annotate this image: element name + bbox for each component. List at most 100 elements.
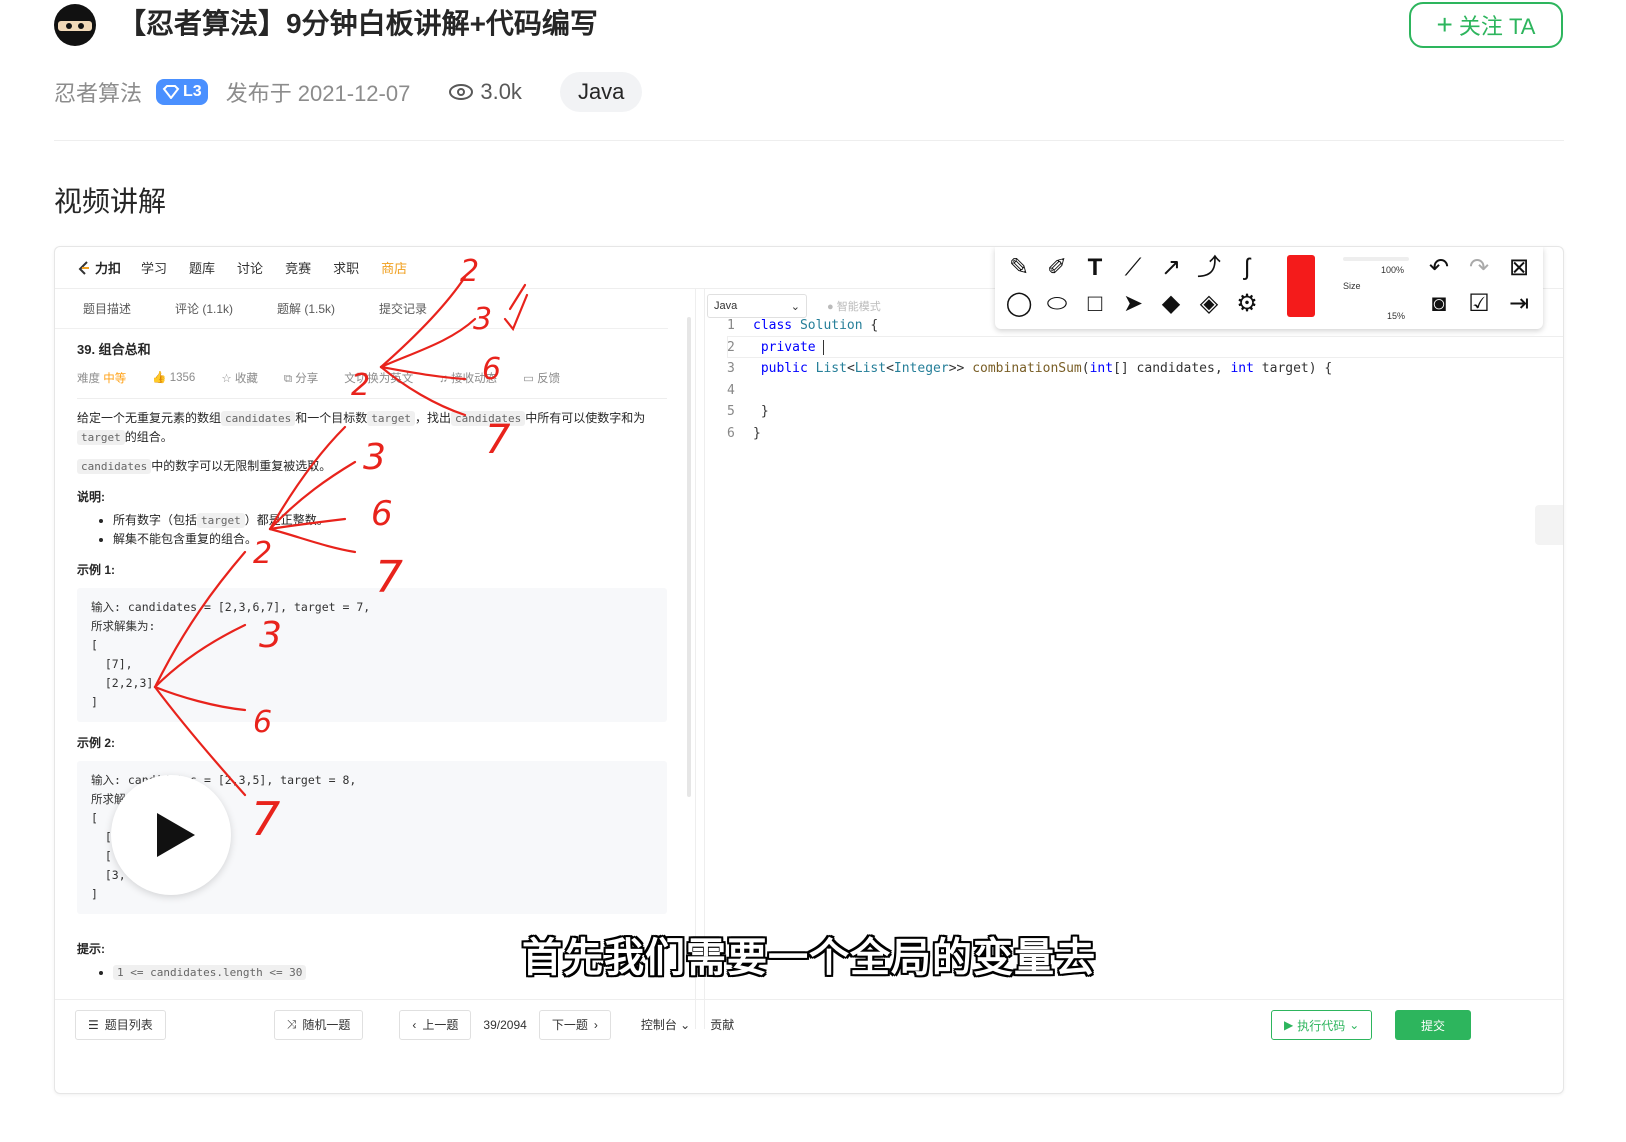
description-paragraph-2: candidates 中的数字可以无限制重复被选取。 — [77, 457, 667, 476]
feedback-icon: ▭ — [523, 373, 534, 385]
tab-comments: 评论 (1.1k) — [175, 302, 234, 316]
view-count-value: 3.0k — [480, 79, 522, 104]
undo-icon: ↶ — [1428, 254, 1450, 281]
author-avatar[interactable] — [54, 4, 96, 46]
color-swatch — [1287, 255, 1315, 317]
chevron-down-icon: ⌄ — [1349, 1018, 1360, 1032]
code-editor: 1 class Solution { 2 private 3 public Lis… — [727, 315, 1563, 444]
nav-problems: 题库 — [189, 261, 216, 276]
code-line: 4 — [727, 382, 735, 398]
level-badge: L3 — [156, 79, 208, 105]
notify-label: 接收动态 — [451, 373, 498, 385]
chevron-right-icon: › — [593, 1017, 598, 1032]
size-slider: 100% Size 15% — [1343, 251, 1409, 321]
author-name[interactable]: 忍者算法 — [54, 76, 142, 108]
fill-bucket-icon: ◈ — [1199, 290, 1219, 317]
translate-action: 文切换为英文 — [344, 370, 413, 386]
problem-title: 39. 组合总和 — [77, 342, 151, 357]
pointer-icon: ➤ — [1122, 290, 1144, 317]
camera-icon: ◙ — [1431, 290, 1447, 317]
problem-list-button: ☰ 题目列表 — [75, 1009, 166, 1040]
notify-action: ♫ 接收动态 — [439, 370, 497, 386]
edit-icon: ☑ — [1468, 290, 1490, 317]
chevron-left-icon: ‹ — [412, 1017, 417, 1032]
leetcode-logo: 力扣 — [77, 258, 121, 277]
eraser-icon: ◆ — [1161, 290, 1181, 317]
page-title: 【忍者算法】9分钟白板讲解+代码编写 — [118, 8, 598, 39]
problem-tabs: 题目描述 评论 (1.1k) 题解 (1.5k) 提交记录 — [55, 289, 668, 329]
exit-icon: ⇥ — [1508, 290, 1530, 317]
video-player[interactable]: 力扣 学习 题库 讨论 竞赛 求职 商店 题目描述 评论 (1.1k) 题解 (… — [54, 246, 1564, 1094]
tag-java[interactable]: Java — [559, 72, 643, 112]
leetcode-bottom-bar: ☰ 题目列表 ⤨ 随机一题 ‹ 上一题 39/2094 下一题 › 控制台 ⌄ 贡献 ▶… — [55, 999, 1563, 1049]
side-panel-button — [1535, 505, 1563, 545]
clear-icon: ⊠ — [1508, 254, 1530, 281]
code-line: 5 } — [727, 404, 769, 419]
tab-submissions: 提交记录 — [379, 302, 428, 316]
collect-label: 收藏 — [234, 373, 258, 385]
post-meta: 忍者算法 L3 发布于 2021-12-07 3.0k Java — [54, 70, 643, 114]
section-title: 视频讲解 — [54, 186, 167, 217]
pane-splitter — [695, 289, 705, 1029]
size-slider-track — [1343, 257, 1409, 261]
ninja-mask-band — [58, 21, 92, 31]
redo-icon: ↷ — [1468, 254, 1490, 281]
feedback-action: ▭ 反馈 — [523, 370, 560, 386]
share-label: 分享 — [295, 373, 319, 385]
leetcode-brand: 力扣 — [95, 261, 122, 276]
smart-mode: ● 智能模式 — [827, 301, 881, 313]
next-problem-button: 下一题 › — [538, 1009, 611, 1040]
thumb-up-icon: 👍 — [152, 372, 167, 384]
run-code-button: ▶ 执行代码 ⌄ — [1271, 1010, 1373, 1040]
size-max-label: 100% — [1381, 265, 1405, 275]
play-button[interactable] — [111, 775, 231, 895]
submit-button: 提交 — [1395, 1010, 1471, 1040]
ellipse-tool-icon: ⬭ — [1046, 290, 1068, 317]
eye-icon — [449, 84, 474, 100]
note-item: 解集不能包含重复的组合。 — [113, 530, 667, 549]
marker-icon: ✐ — [1046, 254, 1068, 281]
view-count: 3.0k — [448, 79, 522, 105]
share-action: ⧉ 分享 — [284, 370, 318, 386]
language-value: Java — [714, 300, 738, 312]
publish-date: 发布于 2021-12-07 — [225, 81, 411, 106]
chevron-down-icon: ⌄ — [790, 300, 800, 313]
list-icon: ☰ — [88, 1017, 99, 1032]
play-small-icon: ▶ — [1284, 1018, 1294, 1032]
follow-button[interactable]: + 关注 TA — [1409, 2, 1563, 48]
freehand-icon: ʃ — [1244, 254, 1250, 281]
tab-solutions: 题解 (1.5k) — [277, 302, 336, 316]
toolbar-row-1-right: ↶ ↷ ⊠ — [1425, 253, 1533, 283]
star-icon: ☆ — [221, 373, 232, 385]
console-toggle: 控制台 ⌄ — [640, 1018, 691, 1032]
difficulty-label: 难度 — [77, 373, 100, 385]
toolbar-row-2: ◯ ⬭ □ ➤ ◆ ◈ ⚙ — [1005, 289, 1261, 319]
follow-label: 关注 TA — [1458, 14, 1536, 39]
difficulty-value: 中等 — [103, 373, 127, 385]
toolbar-row-2-right: ◙ ☑ ⇥ — [1425, 289, 1533, 319]
shuffle-icon: ⤨ — [286, 1017, 297, 1031]
collect-action: ☆ 收藏 — [221, 370, 258, 386]
like-count: 👍 1356 — [152, 370, 195, 386]
separator — [77, 398, 667, 399]
example2-heading: 示例 2: — [77, 736, 116, 750]
lasso-icon: ◯ — [1005, 290, 1033, 317]
problem-counter: 39/2094 — [483, 1017, 527, 1032]
like-count-value: 1356 — [169, 372, 196, 384]
ninja-eye-right — [78, 23, 84, 29]
arrow-tool-icon: ↗ — [1160, 254, 1182, 281]
notes-heading: 说明: — [77, 490, 105, 504]
line-tool-icon: ⟋ — [1124, 254, 1142, 281]
description-paragraph-1: 给定一个无重复元素的数组 candidates 和一个目标数 target ，找出 can… — [77, 411, 646, 445]
description-scrollbar — [687, 317, 691, 797]
note-item: 所有数字（包括target）都是正整数。 — [113, 511, 667, 530]
text-tool-icon: T — [1087, 254, 1103, 281]
curve-tool-icon: ⤴ — [1197, 254, 1221, 281]
text-cursor — [823, 339, 825, 355]
divider — [54, 140, 1564, 141]
contribute-link: 贡献 — [710, 1018, 735, 1032]
toolbar-row-1: ✎ ✐ T ⟋ ↗ ⤴ ʃ — [1005, 253, 1261, 283]
diamond-icon — [162, 85, 180, 99]
level-text: L3 — [183, 83, 202, 100]
settings-icon: ⚙ — [1236, 290, 1258, 317]
